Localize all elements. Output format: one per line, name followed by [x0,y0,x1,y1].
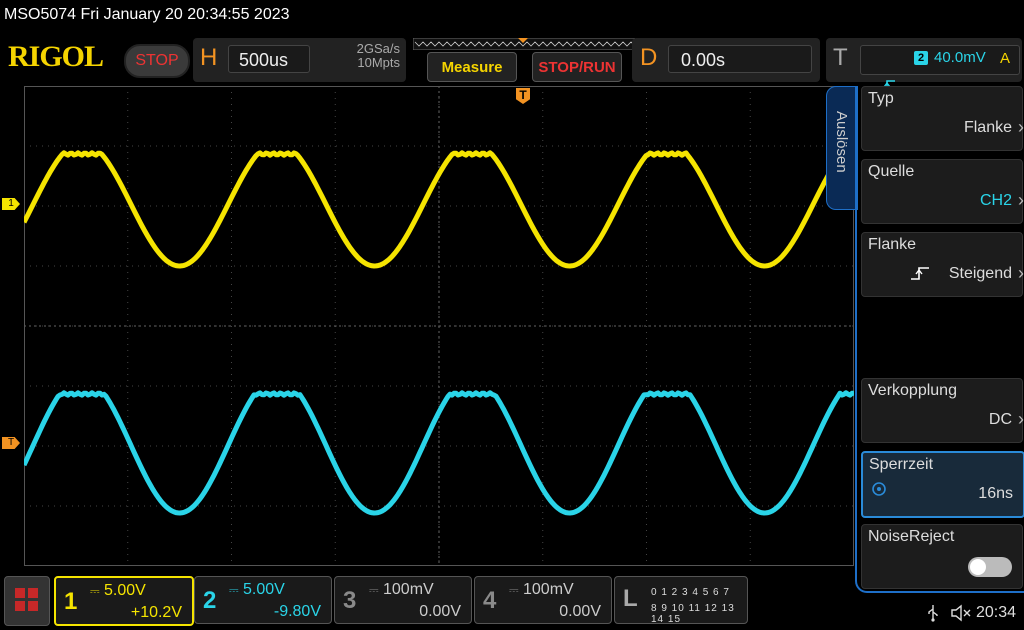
menu-item-slope[interactable]: Flanke Steigend › [861,232,1024,297]
toggle-knob [970,559,986,575]
chevron-right-icon: › [1018,117,1024,137]
rotary-knob-icon [872,482,886,496]
waveform-display[interactable] [24,86,854,566]
dc-coupling-icon: ⎓ [229,583,239,597]
sample-rate-info: 2GSa/s 10Mpts [320,42,400,70]
channel-offset: -9.80V [273,603,321,620]
menu-item-value: Flanke [963,119,1012,136]
chevron-right-icon: › [1018,190,1024,210]
title-text: MSO5074 Fri January 20 20:34:55 2023 [4,6,290,23]
channel-offset: 0.00V [559,603,601,620]
channel-scale: 5.00V [104,582,146,599]
dc-coupling-icon: ⎓ [90,584,100,598]
logic-row-1: 0 1 2 3 4 5 6 7 [651,587,730,598]
stop-run-button[interactable]: STOP/RUN [532,52,622,82]
trigger-source-badge: 2 [914,51,928,65]
chevron-right-icon: › [1018,263,1024,283]
rising-slope-icon [911,267,929,280]
chevron-right-icon: › [1018,409,1024,429]
tab-label: Auslösen [833,111,850,173]
trigger-mode: A [1000,50,1011,67]
memory-depth: 10Mpts [357,55,400,70]
channel-number: 4 [483,587,497,614]
channel-number: 3 [343,587,357,614]
channel-3-box[interactable]: 3 ⎓ 100mV 0.00V [334,576,472,624]
channel-number: 1 [64,588,78,615]
sample-rate: 2GSa/s [356,41,400,56]
dc-coupling-icon: ⎓ [369,583,379,597]
logic-label: L [623,585,638,612]
delay-value[interactable]: 0.00s [668,45,812,73]
channel-4-box[interactable]: 4 ⎓ 100mV 0.00V [474,576,612,624]
delay-letter: D [640,44,658,71]
menu-item-noise-reject[interactable]: NoiseReject [861,524,1023,589]
ch1-offset-marker[interactable]: 1 [2,198,20,210]
channel-scale: 100mV [523,581,574,598]
logic-row-2: 8 9 10 11 12 13 14 15 [651,603,735,625]
trigger-menu-tab[interactable]: Auslösen [826,86,858,210]
menu-item-value: Steigend [948,265,1012,282]
menu-grid-icon [15,588,38,611]
channel-number: 2 [203,587,217,614]
trigger-level: 40.0mV [934,49,986,66]
trigger-letter: T [833,44,848,71]
channel-1-box[interactable]: 1 ⎓ 5.00V +10.2V [54,576,194,626]
measure-button[interactable]: Measure [427,52,517,82]
top-bar: RIGOL STOP H 500us 2GSa/s 10Mpts Measure… [0,30,1024,92]
timebase-value[interactable]: 500us [228,45,310,73]
menu-item-type[interactable]: Typ Flanke › [861,86,1024,151]
menu-item-value: 16ns [978,485,1013,502]
channel-scale: 5.00V [243,581,285,598]
main-menu-button[interactable] [4,576,50,626]
logic-channels-box[interactable]: L 0 1 2 3 4 5 6 7 8 9 10 11 12 13 14 15 [614,576,748,625]
rigol-logo: RIGOL [8,40,104,73]
usb-icon [928,605,938,622]
channel-offset: 0.00V [419,603,461,620]
menu-item-label: Typ [868,90,894,107]
menu-item-coupling[interactable]: Verkopplung DC › [861,378,1024,443]
channel-scale: 100mV [383,581,434,598]
waveform-overview-strip [413,38,635,50]
channel-2-box[interactable]: 2 ⎓ 5.00V -9.80V [194,576,332,624]
dc-coupling-icon: ⎓ [509,583,519,597]
trigger-level-marker[interactable]: T [2,437,20,449]
channel-offset: +10.2V [130,604,182,621]
menu-item-value: DC [988,411,1012,428]
menu-item-source[interactable]: Quelle CH2 › [861,159,1024,224]
menu-item-holdoff[interactable]: Sperrzeit 16ns [861,451,1024,518]
horizontal-letter: H [200,44,218,71]
run-state-badge[interactable]: STOP [124,44,190,78]
menu-item-label: NoiseReject [868,528,955,545]
menu-item-label: Verkopplung [868,382,957,399]
clock: 20:34 [976,604,1017,621]
menu-item-label: Quelle [868,163,915,180]
menu-item-value: CH2 [979,192,1012,209]
title-bar: MSO5074 Fri January 20 20:34:55 2023 [0,0,1024,30]
noise-reject-toggle[interactable] [968,557,1012,577]
speaker-muted-icon [951,604,971,622]
menu-item-label: Sperrzeit [869,456,934,473]
menu-item-label: Flanke [868,236,917,253]
